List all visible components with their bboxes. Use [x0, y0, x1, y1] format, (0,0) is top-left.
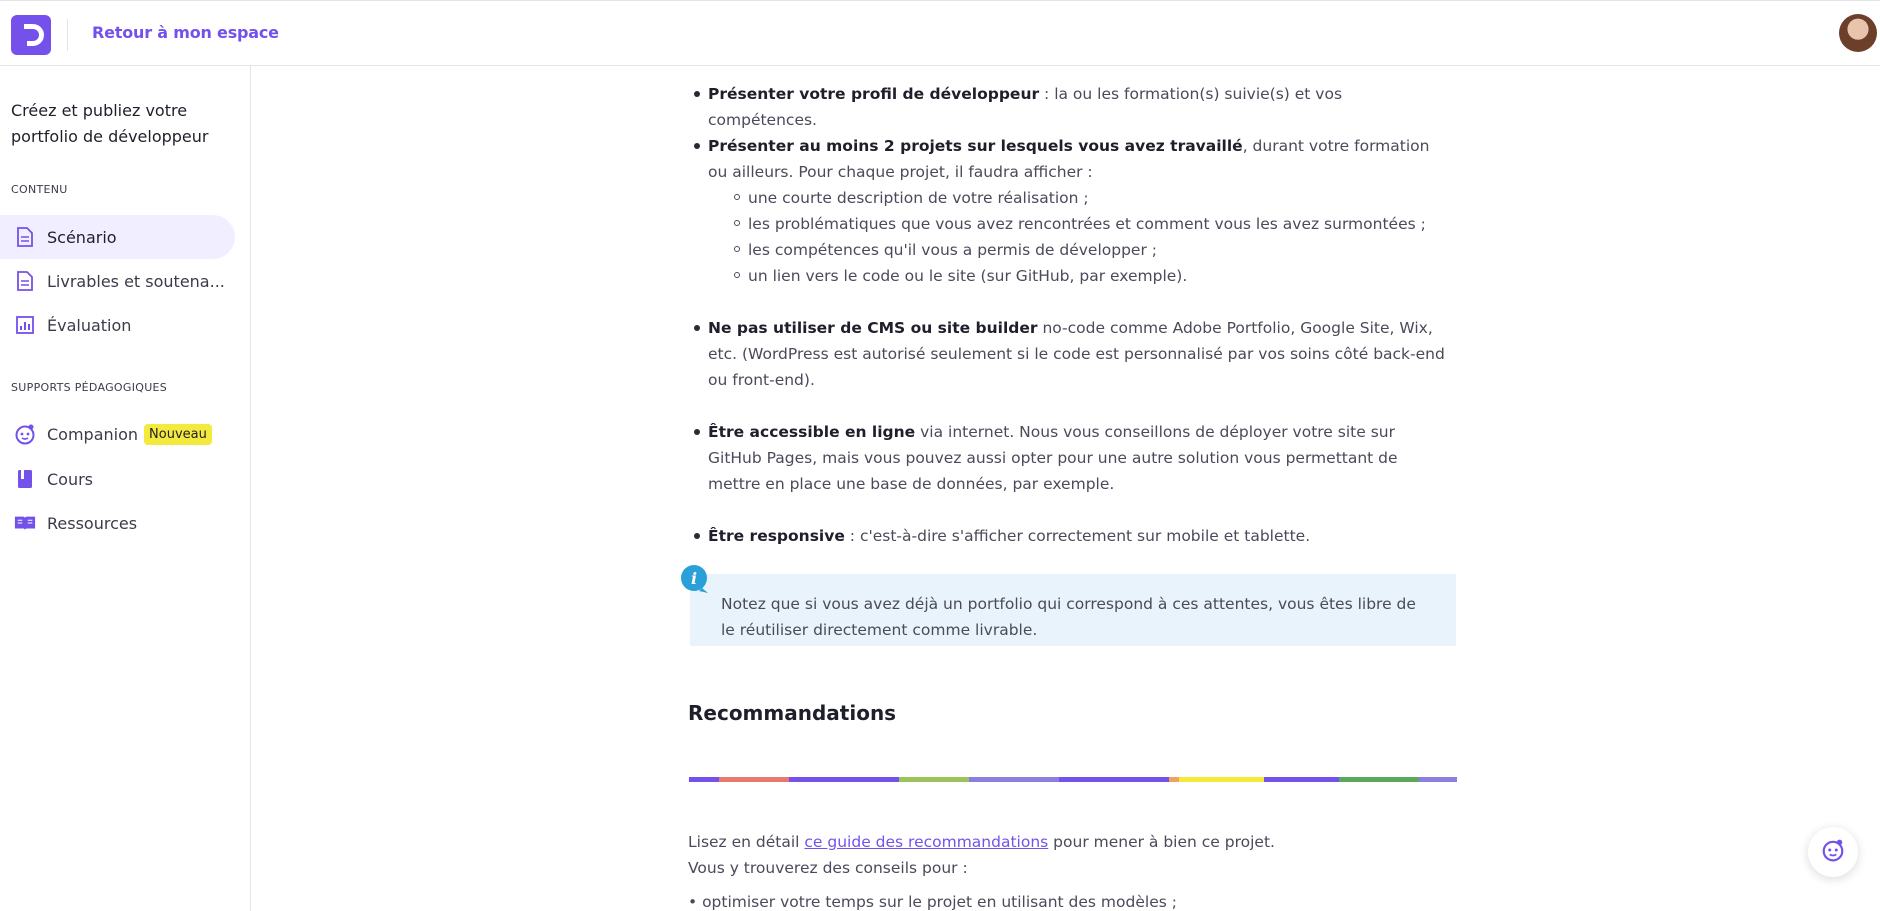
sidebar-item-label: Livrables et soutena... [47, 271, 225, 291]
new-badge: Nouveau [144, 423, 212, 445]
top-bar: Retour à mon espace [0, 0, 1880, 66]
sidebar-item-label: Companion [47, 424, 139, 444]
sidebar-item-scenario[interactable]: Scénario [0, 215, 235, 259]
list-item: Être responsive : c'est-à-dire s'affiche… [694, 523, 1448, 549]
sidebar-item-courses[interactable]: Cours [0, 457, 235, 501]
svg-text:i: i [691, 569, 697, 588]
section-label-supports: SUPPORTS PÉDAGOGIQUES [11, 381, 168, 394]
list-item: Présenter votre profil de développeur : … [694, 81, 1448, 133]
course-title: Créez et publiez votre portfolio de déve… [11, 101, 209, 146]
sidebar-item-deliverables[interactable]: Livrables et soutena... [0, 259, 235, 303]
sidebar-item-resources[interactable]: Ressources [0, 501, 235, 545]
rainbow-divider [689, 767, 1457, 782]
open-book-icon [14, 512, 36, 534]
sidebar-item-label: Ressources [47, 513, 138, 533]
main-content: Présenter votre profil de développeur : … [252, 67, 1880, 911]
document-icon [14, 226, 36, 248]
sidebar-item-label: Évaluation [47, 315, 132, 335]
section-label-content: CONTENU [11, 183, 68, 196]
paragraph: Vous y trouverez des conseils pour : [688, 859, 968, 877]
bar-chart-icon [14, 314, 36, 336]
companion-icon [14, 423, 36, 445]
list-item: Ne pas utiliser de CMS ou site builder n… [694, 315, 1448, 393]
sub-list-item: un lien vers le code ou le site (sur Git… [733, 263, 1187, 289]
sub-list-item: les problématiques que vous avez rencont… [734, 211, 1426, 237]
sidebar-item-companion[interactable]: Companion Nouveau [0, 412, 235, 456]
sidebar-item-label: Cours [47, 469, 94, 489]
header-divider [67, 19, 68, 51]
sidebar-item-label: Scénario [47, 227, 117, 247]
list-item: Présenter au moins 2 projets sur lesquel… [694, 133, 1448, 185]
info-note: Notez que si vous avez déjà un portfolio… [690, 574, 1456, 646]
paragraph: Lisez en détail ce guide des recommandat… [688, 833, 1275, 851]
note-text: Notez que si vous avez déjà un portfolio… [721, 595, 1416, 639]
info-icon: i [680, 564, 710, 594]
document-icon [14, 270, 36, 292]
companion-chat-button[interactable] [1808, 827, 1858, 877]
openclassrooms-logo-icon[interactable] [11, 15, 51, 55]
section-heading: Recommandations [688, 701, 897, 725]
sidebar: Créez et publiez votre portfolio de déve… [0, 66, 251, 911]
sub-list-item: une courte description de votre réalisat… [734, 185, 1089, 211]
sub-list-item: les compétences qu'il vous a permis de d… [734, 237, 1157, 263]
user-avatar[interactable] [1839, 14, 1877, 52]
list-item: Être accessible en ligne via internet. N… [694, 419, 1448, 497]
recommendations-guide-link[interactable]: ce guide des recommandations [804, 833, 1048, 851]
companion-icon [1821, 838, 1845, 866]
paragraph: • optimiser votre temps sur le projet en… [688, 893, 1177, 911]
book-icon [14, 468, 36, 490]
back-to-space-link[interactable]: Retour à mon espace [92, 23, 279, 42]
sidebar-item-evaluation[interactable]: Évaluation [0, 303, 235, 347]
